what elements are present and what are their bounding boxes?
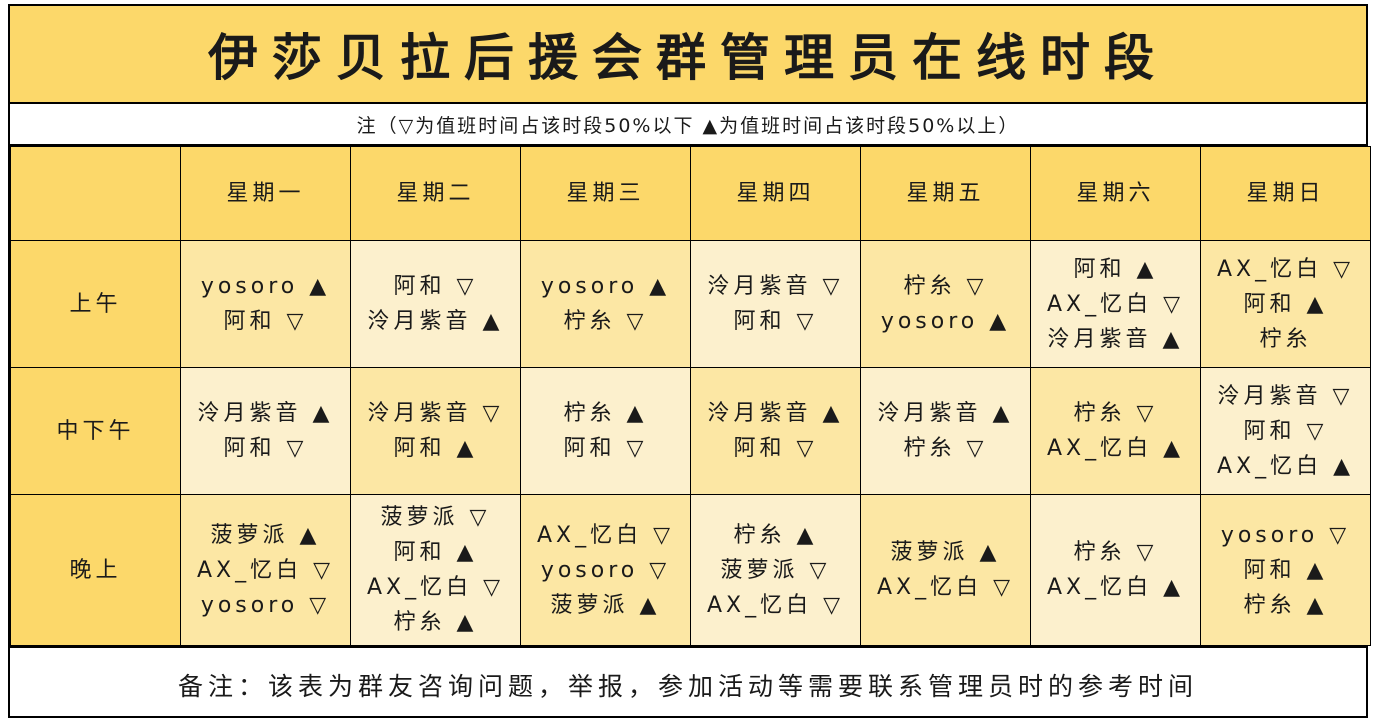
admin-entry: yosoro ▽	[540, 557, 671, 583]
admin-entry: 泠月紫音 ▲	[707, 401, 844, 426]
day-header: 星期二	[350, 146, 521, 241]
admin-entry: 阿和 ▲	[1243, 291, 1328, 317]
period-row: 上午 yosoro ▲ 阿和 ▽ 阿和 ▽ 泠月紫音 ▲ yosoro ▲ 柠糸 ▽ 泠月紫音…	[10, 240, 1371, 368]
admin-entry: 柠糸 ▽	[903, 274, 988, 299]
day-header: 星期日	[1200, 146, 1371, 241]
admin-entry: yosoro ▲	[880, 309, 1011, 334]
admin-entry: 柠糸 ▲	[563, 401, 648, 426]
corner-cell	[10, 146, 181, 241]
admin-entry: 菠萝派 ▲	[210, 522, 321, 548]
admin-entry: 泠月紫音 ▽	[367, 401, 504, 426]
admin-entry: 柠糸 ▽	[1073, 401, 1158, 426]
day-header: 星期一	[180, 146, 351, 241]
admin-entry: AX_忆白 ▽	[196, 557, 335, 583]
admin-entry: 菠萝派 ▲	[550, 592, 661, 618]
admin-entry: yosoro ▲	[540, 274, 671, 299]
admin-entry: 阿和 ▲	[393, 540, 478, 565]
schedule-cell: AX_忆白 ▽ 阿和 ▲ 柠糸	[1200, 240, 1371, 368]
admin-entry: 阿和 ▽	[223, 436, 308, 461]
admin-entry: 阿和 ▲	[1243, 557, 1328, 583]
day-header: 星期三	[520, 146, 691, 241]
admin-entry: AX_忆白 ▽	[1046, 291, 1185, 317]
admin-entry: 泠月紫音 ▽	[1217, 383, 1354, 409]
schedule-table: 星期一 星期二 星期三 星期四 星期五 星期六 星期日 上午 yosoro ▲ 阿和…	[10, 146, 1371, 646]
period-label: 中下午	[10, 367, 181, 495]
schedule-cell: yosoro ▲ 柠糸 ▽	[520, 240, 691, 368]
day-header: 星期五	[860, 146, 1031, 241]
legend-note: 注（▽为值班时间占该时段50%以下 ▲为值班时间占该时段50%以上）	[10, 104, 1366, 146]
schedule-cell: 菠萝派 ▽ 阿和 ▲ AX_忆白 ▽ 柠糸 ▲	[350, 494, 521, 646]
admin-entry: yosoro ▽	[200, 592, 331, 618]
admin-entry: 柠糸	[1259, 326, 1312, 352]
admin-entry: 阿和 ▽	[393, 274, 478, 299]
schedule-cell: 柠糸 ▲ 阿和 ▽	[520, 367, 691, 495]
admin-entry: 阿和 ▽	[733, 309, 818, 334]
schedule-cell: 泠月紫音 ▽ 阿和 ▲	[350, 367, 521, 495]
admin-entry: 泠月紫音 ▲	[367, 309, 504, 334]
admin-entry: 阿和 ▲	[393, 436, 478, 461]
page-title: 伊莎贝拉后援会群管理员在线时段	[10, 6, 1366, 104]
admin-entry: 阿和 ▲	[1073, 256, 1158, 282]
schedule-cell: 泠月紫音 ▽ 阿和 ▽	[690, 240, 861, 368]
admin-entry: AX_忆白 ▽	[1216, 256, 1355, 282]
schedule-cell: AX_忆白 ▽ yosoro ▽ 菠萝派 ▲	[520, 494, 691, 646]
admin-entry: AX_忆白 ▲	[1216, 453, 1355, 479]
period-row: 晚上 菠萝派 ▲ AX_忆白 ▽ yosoro ▽ 菠萝派 ▽ 阿和 ▲ AX_忆白 ▽ 柠糸…	[10, 494, 1371, 646]
period-row: 中下午 泠月紫音 ▲ 阿和 ▽ 泠月紫音 ▽ 阿和 ▲ 柠糸 ▲ 阿和 ▽ 泠月紫音 ▲ 阿和 …	[10, 367, 1371, 495]
schedule-cell: 菠萝派 ▲ AX_忆白 ▽ yosoro ▽	[180, 494, 351, 646]
schedule-cell: 柠糸 ▲ 菠萝派 ▽ AX_忆白 ▽	[690, 494, 861, 646]
admin-entry: AX_忆白 ▲	[1046, 436, 1185, 461]
schedule-cell: 柠糸 ▽ AX_忆白 ▲	[1030, 494, 1201, 646]
admin-entry: AX_忆白 ▽	[706, 592, 845, 618]
admin-entry: 柠糸 ▲	[393, 610, 478, 635]
schedule-cell: 泠月紫音 ▲ 阿和 ▽	[690, 367, 861, 495]
admin-entry: 阿和 ▽	[223, 309, 308, 334]
admin-entry: 泠月紫音 ▲	[1047, 326, 1184, 352]
admin-entry: 泠月紫音 ▽	[707, 274, 844, 299]
schedule-sheet: 伊莎贝拉后援会群管理员在线时段 注（▽为值班时间占该时段50%以下 ▲为值班时间…	[8, 4, 1371, 718]
admin-entry: 泠月紫音 ▲	[197, 401, 334, 426]
header-row: 星期一 星期二 星期三 星期四 星期五 星期六 星期日	[10, 146, 1371, 241]
admin-entry: 阿和 ▽	[563, 436, 648, 461]
admin-entry: 柠糸 ▲	[1243, 592, 1328, 618]
admin-entry: 菠萝派 ▽	[720, 557, 831, 583]
day-header: 星期六	[1030, 146, 1201, 241]
schedule-cell: yosoro ▲ 阿和 ▽	[180, 240, 351, 368]
schedule-cell: 泠月紫音 ▲ 柠糸 ▽	[860, 367, 1031, 495]
schedule-cell: 柠糸 ▽ yosoro ▲	[860, 240, 1031, 368]
schedule-cell: 柠糸 ▽ AX_忆白 ▲	[1030, 367, 1201, 495]
period-label: 晚上	[10, 494, 181, 646]
admin-entry: 泠月紫音 ▲	[877, 401, 1014, 426]
admin-entry: yosoro ▲	[200, 274, 331, 299]
admin-entry: AX_忆白 ▽	[876, 575, 1015, 600]
schedule-cell: 阿和 ▽ 泠月紫音 ▲	[350, 240, 521, 368]
admin-entry: 阿和 ▽	[1243, 418, 1328, 444]
admin-entry: yosoro ▽	[1220, 522, 1351, 548]
admin-entry: AX_忆白 ▽	[536, 522, 675, 548]
admin-entry: AX_忆白 ▲	[1046, 575, 1185, 600]
admin-entry: 柠糸 ▽	[903, 436, 988, 461]
schedule-cell: 阿和 ▲ AX_忆白 ▽ 泠月紫音 ▲	[1030, 240, 1201, 368]
admin-entry: 菠萝派 ▲	[890, 540, 1001, 565]
admin-entry: 菠萝派 ▽	[380, 505, 491, 530]
footer-remark: 备注：该表为群友咨询问题，举报，参加活动等需要联系管理员时的参考时间	[10, 646, 1366, 722]
period-label: 上午	[10, 240, 181, 368]
schedule-cell: 泠月紫音 ▽ 阿和 ▽ AX_忆白 ▲	[1200, 367, 1371, 495]
admin-entry: 柠糸 ▽	[1073, 540, 1158, 565]
schedule-cell: 泠月紫音 ▲ 阿和 ▽	[180, 367, 351, 495]
admin-entry: 阿和 ▽	[733, 436, 818, 461]
day-header: 星期四	[690, 146, 861, 241]
schedule-cell: yosoro ▽ 阿和 ▲ 柠糸 ▲	[1200, 494, 1371, 646]
admin-entry: AX_忆白 ▽	[366, 575, 505, 600]
admin-entry: 柠糸 ▽	[563, 309, 648, 334]
admin-entry: 柠糸 ▲	[733, 522, 818, 548]
schedule-cell: 菠萝派 ▲ AX_忆白 ▽	[860, 494, 1031, 646]
